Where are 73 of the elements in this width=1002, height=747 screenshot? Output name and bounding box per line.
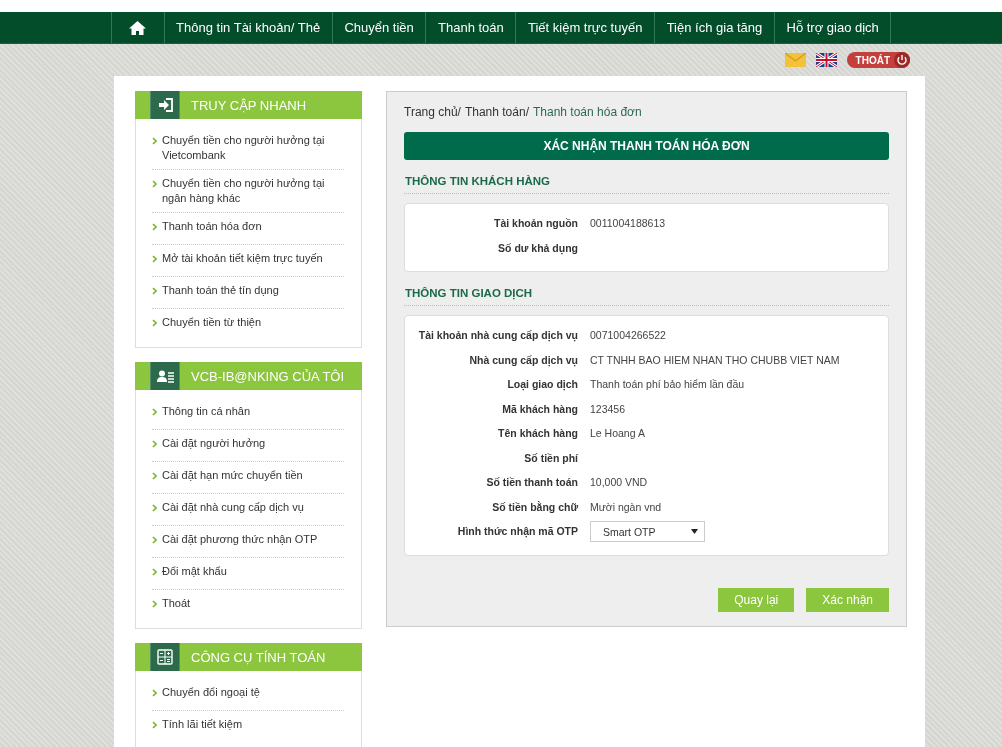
- field-value: CT TNHH BAO HIEM NHAN THO CHUBB VIET NAM: [590, 352, 841, 366]
- user-list-icon: [156, 369, 174, 383]
- field-label: Loại giao dịch: [506, 377, 578, 390]
- sidebar-link[interactable]: Thanh toán hóa đơn: [162, 219, 262, 234]
- chevron-icon: [152, 408, 157, 416]
- panel-title: CÔNG CỤ TÍNH TOÁN: [191, 649, 326, 665]
- sidebar-link[interactable]: Thoát: [162, 596, 191, 611]
- breadcrumb-link[interactable]: Thanh toán/: [464, 105, 529, 119]
- chevron-icon: [152, 689, 157, 697]
- field-value: Thanh toán phí bảo hiểm lần đầu: [590, 377, 746, 390]
- field-value: 10,000 VND: [590, 475, 649, 488]
- chevron-icon: [152, 472, 157, 480]
- sidebar-link[interactable]: Cài đặt người hưởng: [162, 436, 266, 451]
- sidebar-link[interactable]: Thông tin cá nhân: [162, 404, 251, 419]
- field-label: Số tiền thanh toán: [485, 475, 578, 488]
- panel-title: TRUY CẬP NHANH: [191, 97, 307, 113]
- nav-item[interactable]: Tiện ích gia tăng: [655, 12, 775, 43]
- field-value: 123456: [590, 401, 627, 415]
- field-label: Mã khách hàng: [501, 401, 578, 415]
- chevron-icon: [152, 319, 157, 327]
- chevron-icon: [152, 137, 157, 145]
- power-icon: [894, 52, 910, 68]
- chevron-icon: [152, 600, 157, 608]
- sidebar-link[interactable]: Chuyển tiền từ thiện: [162, 315, 262, 330]
- dropdown-arrow-icon: [691, 529, 698, 534]
- field-label: Nhà cung cấp dịch vụ: [468, 352, 578, 366]
- sidebar-link[interactable]: Thanh toán thẻ tín dụng: [162, 283, 279, 298]
- otp-select[interactable]: Smart OTP: [590, 521, 705, 542]
- field-label: Số tiền bằng chữ: [491, 499, 578, 513]
- nav-item[interactable]: Chuyển tiền: [332, 12, 427, 43]
- nav-item[interactable]: Thanh toán: [426, 12, 517, 43]
- nav-item[interactable]: Tiết kiệm trực tuyến: [516, 12, 656, 43]
- sidebar-link[interactable]: Tính lãi tiết kiệm: [162, 717, 243, 732]
- sidebar-link[interactable]: Cài đặt hạn mức chuyển tiền: [162, 468, 303, 483]
- section-title: THÔNG TIN KHÁCH HÀNG: [404, 160, 889, 194]
- field-value: Mười ngàn vnd: [590, 499, 663, 513]
- calculator-icon: [157, 649, 173, 665]
- field-label: Tài khoản nhà cung cấp dịch vụ: [417, 328, 578, 341]
- chevron-icon: [152, 223, 157, 231]
- field-value: 0071004266522: [590, 328, 667, 341]
- nav-item[interactable]: Thông tin Tài khoản/ Thẻ: [164, 12, 333, 43]
- chevron-icon: [152, 440, 157, 448]
- nav-item[interactable]: Hỗ trợ giao dịch: [774, 12, 892, 43]
- flag-icon[interactable]: [815, 53, 837, 67]
- field-label: Số tiền phí: [523, 450, 578, 464]
- sidebar-link[interactable]: Mở tài khoản tiết kiệm trực tuyến: [162, 251, 323, 266]
- home-icon: [129, 20, 146, 35]
- field-label: Số dư khả dụng: [497, 240, 578, 254]
- sign-in-icon: [157, 98, 173, 112]
- chevron-icon: [152, 568, 157, 576]
- sidebar-link[interactable]: Chuyển đổi ngoại tệ: [162, 685, 260, 700]
- sidebar-link[interactable]: Cài đặt nhà cung cấp dịch vụ: [162, 500, 304, 515]
- sidebar-link[interactable]: Cài đặt phương thức nhận OTP: [162, 532, 318, 547]
- page-title-banner: XÁC NHẬN THANH TOÁN HÓA ĐƠN: [404, 132, 889, 160]
- sidebar-link[interactable]: Chuyển tiền cho người hưởng tại ngân hàng khác: [162, 176, 344, 206]
- section-title: THÔNG TIN GIAO DỊCH: [404, 272, 889, 306]
- panel-title: VCB-IB@NKING CỦA TÔI: [191, 368, 345, 384]
- chevron-icon: [152, 721, 157, 729]
- field-value: Le Hoang A: [590, 426, 646, 439]
- field-label: Hình thức nhận mã OTP: [456, 524, 578, 537]
- field-value: 0011004188613: [590, 216, 667, 229]
- chevron-icon: [152, 504, 157, 512]
- field-label: Tên khách hàng: [497, 426, 578, 439]
- sidebar-link[interactable]: Chuyển tiền cho người hưởng tại Vietcombank: [162, 133, 344, 163]
- chevron-icon: [152, 180, 157, 188]
- breadcrumb-link[interactable]: Trang chủ/: [404, 105, 461, 119]
- breadcrumb-link[interactable]: Thanh toán hóa đơn: [533, 105, 642, 119]
- logout-button[interactable]: THOÁT: [846, 52, 910, 68]
- chevron-icon: [152, 255, 157, 263]
- chevron-icon: [152, 287, 157, 295]
- sidebar-link[interactable]: Đổi mật khẩu: [162, 564, 227, 579]
- field-label: Tài khoản nguồn: [493, 216, 578, 229]
- chevron-icon: [152, 536, 157, 544]
